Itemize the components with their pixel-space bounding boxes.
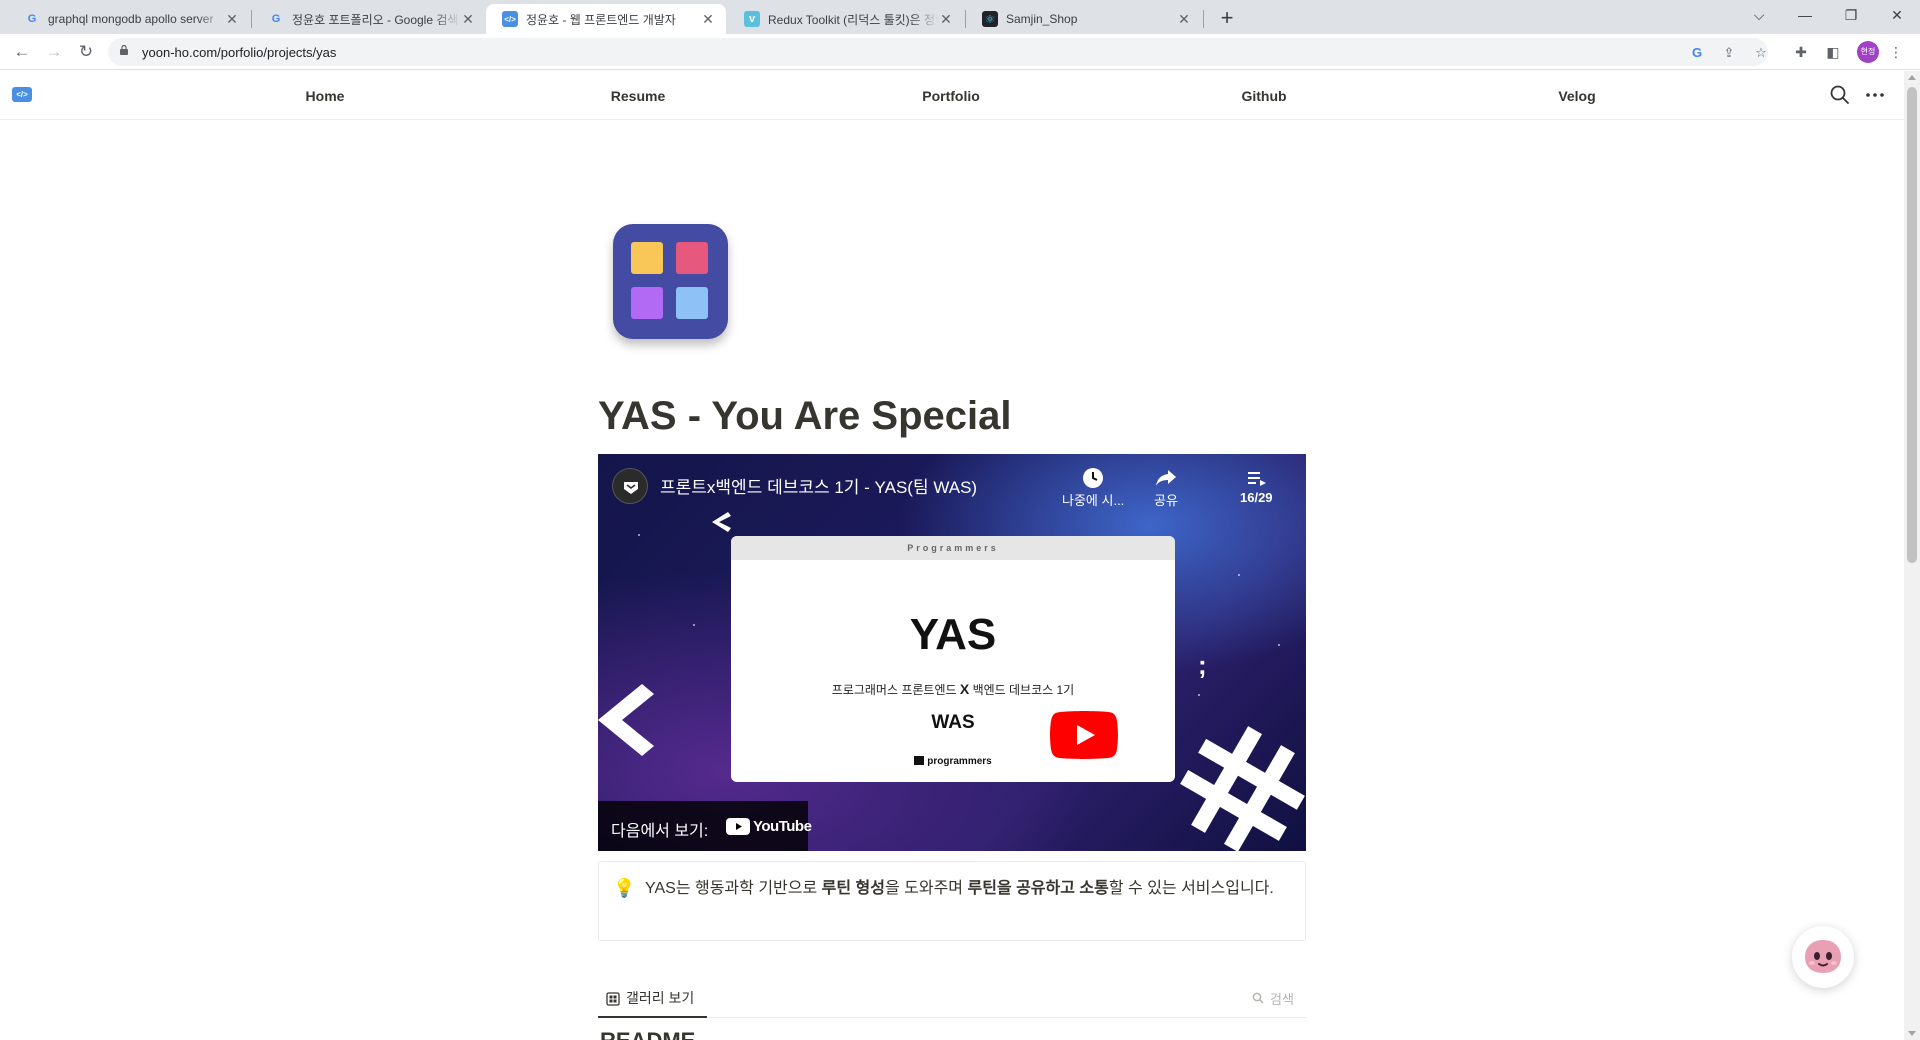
search-icon[interactable] (1252, 992, 1264, 1004)
gallery-grid-icon (606, 992, 620, 1006)
icon-square-purple (631, 287, 663, 319)
programmers-logo-icon (624, 482, 638, 494)
minimize-button[interactable]: — (1782, 0, 1828, 30)
share-arrow-icon (1156, 470, 1176, 486)
more-options-icon[interactable] (1864, 84, 1886, 106)
react-icon: ⚛ (982, 11, 998, 27)
close-tab-icon[interactable]: ✕ (1176, 11, 1192, 28)
small-chevron-decoration-icon (712, 512, 731, 532)
watch-later-button[interactable]: 나중에 시... (1062, 466, 1124, 509)
extensions-puzzle-icon[interactable]: ✚ (1791, 42, 1811, 62)
site-navbar: </> Home Resume Portfolio Github Velog (0, 71, 1904, 120)
nav-link-home[interactable]: Home (306, 88, 345, 104)
star-dot (638, 534, 640, 536)
profile-avatar[interactable]: 현정 (1857, 41, 1879, 63)
star-dot (1198, 694, 1200, 696)
nav-link-portfolio[interactable]: Portfolio (922, 88, 980, 104)
video-thumbnail-slide: Programmers YAS 프로그래머스 프론트엔드 X 백엔드 데브코스 … (731, 536, 1175, 782)
star-dot (1238, 574, 1240, 576)
browser-menu-icon[interactable]: ⋮ (1886, 42, 1906, 62)
search-input[interactable]: 검색 (1270, 989, 1294, 1008)
close-window-button[interactable]: ✕ (1874, 0, 1920, 30)
info-callout: 💡 YAS는 행동과학 기반으로 루틴 형성을 도와주며 루틴을 공유하고 소통… (598, 861, 1306, 941)
close-tab-icon[interactable]: ✕ (938, 11, 954, 28)
scroll-down-arrow-icon[interactable] (1908, 1031, 1916, 1036)
chat-bot-button[interactable] (1792, 926, 1854, 988)
search-icon[interactable] (1829, 84, 1851, 106)
youtube-play-mark-icon (726, 817, 750, 835)
play-button-icon[interactable] (1050, 711, 1118, 759)
tab-search-chevron-icon[interactable]: ⌵ (1736, 0, 1782, 30)
reload-icon[interactable]: ↻ (74, 40, 98, 64)
bookmark-star-icon[interactable]: ☆ (1752, 44, 1770, 62)
lightbulb-icon: 💡 (613, 878, 636, 898)
nav-link-resume[interactable]: Resume (611, 88, 665, 104)
close-tab-icon[interactable]: ✕ (224, 11, 240, 28)
programmers-mark-icon (914, 756, 925, 765)
browser-tab-1[interactable]: G graphql mongodb apollo server ✕ (8, 4, 250, 34)
slide-subtitle: 프로그래머스 프론트엔드 X 백엔드 데브코스 1기 (831, 681, 1075, 697)
chat-face-icon (1805, 940, 1841, 973)
page-title: YAS - You Are Special (598, 394, 1012, 438)
app-grid-icon (613, 224, 728, 339)
google-icon: G (27, 13, 37, 25)
video-title[interactable]: 프론트x백엔드 데브코스 1기 - YAS(팀 WAS) (660, 473, 977, 498)
nav-link-velog[interactable]: Velog (1558, 88, 1595, 104)
nav-link-github[interactable]: Github (1241, 88, 1286, 104)
google-translate-icon[interactable]: G (1688, 44, 1706, 62)
icon-square-blue (676, 287, 708, 319)
google-icon: G (271, 13, 281, 25)
share-button[interactable]: 공유 (1154, 466, 1178, 509)
database-view-bar: 갤러리 보기 검색 (598, 982, 1306, 1018)
hash-decoration-icon (1180, 726, 1305, 851)
icon-square-pink (676, 242, 708, 274)
semicolon-decoration: ; (1198, 650, 1207, 680)
browser-tab-2[interactable]: G 정윤호 포트폴리오 - Google 검색 ✕ (252, 4, 486, 34)
playlist-icon (1248, 472, 1267, 486)
site-logo-code-icon[interactable]: </> (12, 87, 32, 102)
lock-icon (120, 45, 128, 55)
browser-tab-bar: G graphql mongodb apollo server ✕ G 정윤호 … (0, 0, 1920, 34)
watch-on-youtube-button[interactable]: 다음에서 보기: YouTube (598, 801, 812, 851)
share-page-icon[interactable]: ⇪ (1720, 44, 1738, 62)
slide-header: Programmers (731, 536, 1175, 560)
back-arrow-icon[interactable]: ← (10, 40, 34, 64)
scroll-thumb[interactable] (1907, 87, 1917, 563)
star-dot (693, 624, 695, 626)
tab-gallery-view[interactable]: 갤러리 보기 (598, 982, 707, 1018)
channel-avatar[interactable] (612, 468, 648, 504)
code-icon: </> (502, 11, 518, 27)
forward-arrow-icon[interactable]: → (42, 40, 66, 64)
star-dot (1278, 644, 1280, 646)
clock-icon (1083, 468, 1104, 488)
close-tab-icon[interactable]: ✕ (460, 11, 476, 28)
youtube-logo-icon: YouTube (726, 817, 812, 835)
side-panel-icon[interactable]: ◧ (1823, 42, 1843, 62)
playlist-button[interactable]: 16/29 (1240, 466, 1273, 505)
url-text: yoon-ho.com/porfolio/projects/yas (142, 45, 337, 60)
close-tab-icon[interactable]: ✕ (700, 11, 716, 28)
browser-tab-3-active[interactable]: </> 정윤호 - 웹 프론트엔드 개발자 ✕ (486, 4, 726, 34)
tab-divider (1203, 10, 1204, 28)
readme-heading: README (600, 1028, 695, 1040)
velog-icon: v (744, 11, 760, 27)
icon-square-yellow (631, 242, 663, 274)
new-tab-button[interactable]: + (1214, 6, 1240, 32)
browser-toolbar: ← → ↻ yoon-ho.com/porfolio/projects/yas … (0, 34, 1920, 70)
slide-yas-text: YAS (909, 610, 997, 659)
callout-text: YAS는 행동과학 기반으로 루틴 형성을 도와주며 루틴을 공유하고 소통할 … (645, 880, 1274, 897)
page-scrollbar[interactable] (1904, 71, 1920, 1040)
browser-tab-5[interactable]: ⚛ Samjin_Shop ✕ (966, 4, 1202, 34)
chevron-decoration-icon (598, 684, 654, 756)
address-bar[interactable]: yoon-ho.com/porfolio/projects/yas G ⇪ ☆ (108, 38, 1768, 66)
youtube-video-embed[interactable]: ; 프론트x백엔드 데브코스 1기 - YAS(팀 WAS) 나중에 시... … (598, 454, 1306, 851)
scroll-up-arrow-icon[interactable] (1908, 75, 1916, 80)
restore-button[interactable]: ❐ (1828, 0, 1874, 30)
browser-tab-4[interactable]: v Redux Toolkit (리덕스 툴킷)은 정말 ✕ (728, 4, 964, 34)
